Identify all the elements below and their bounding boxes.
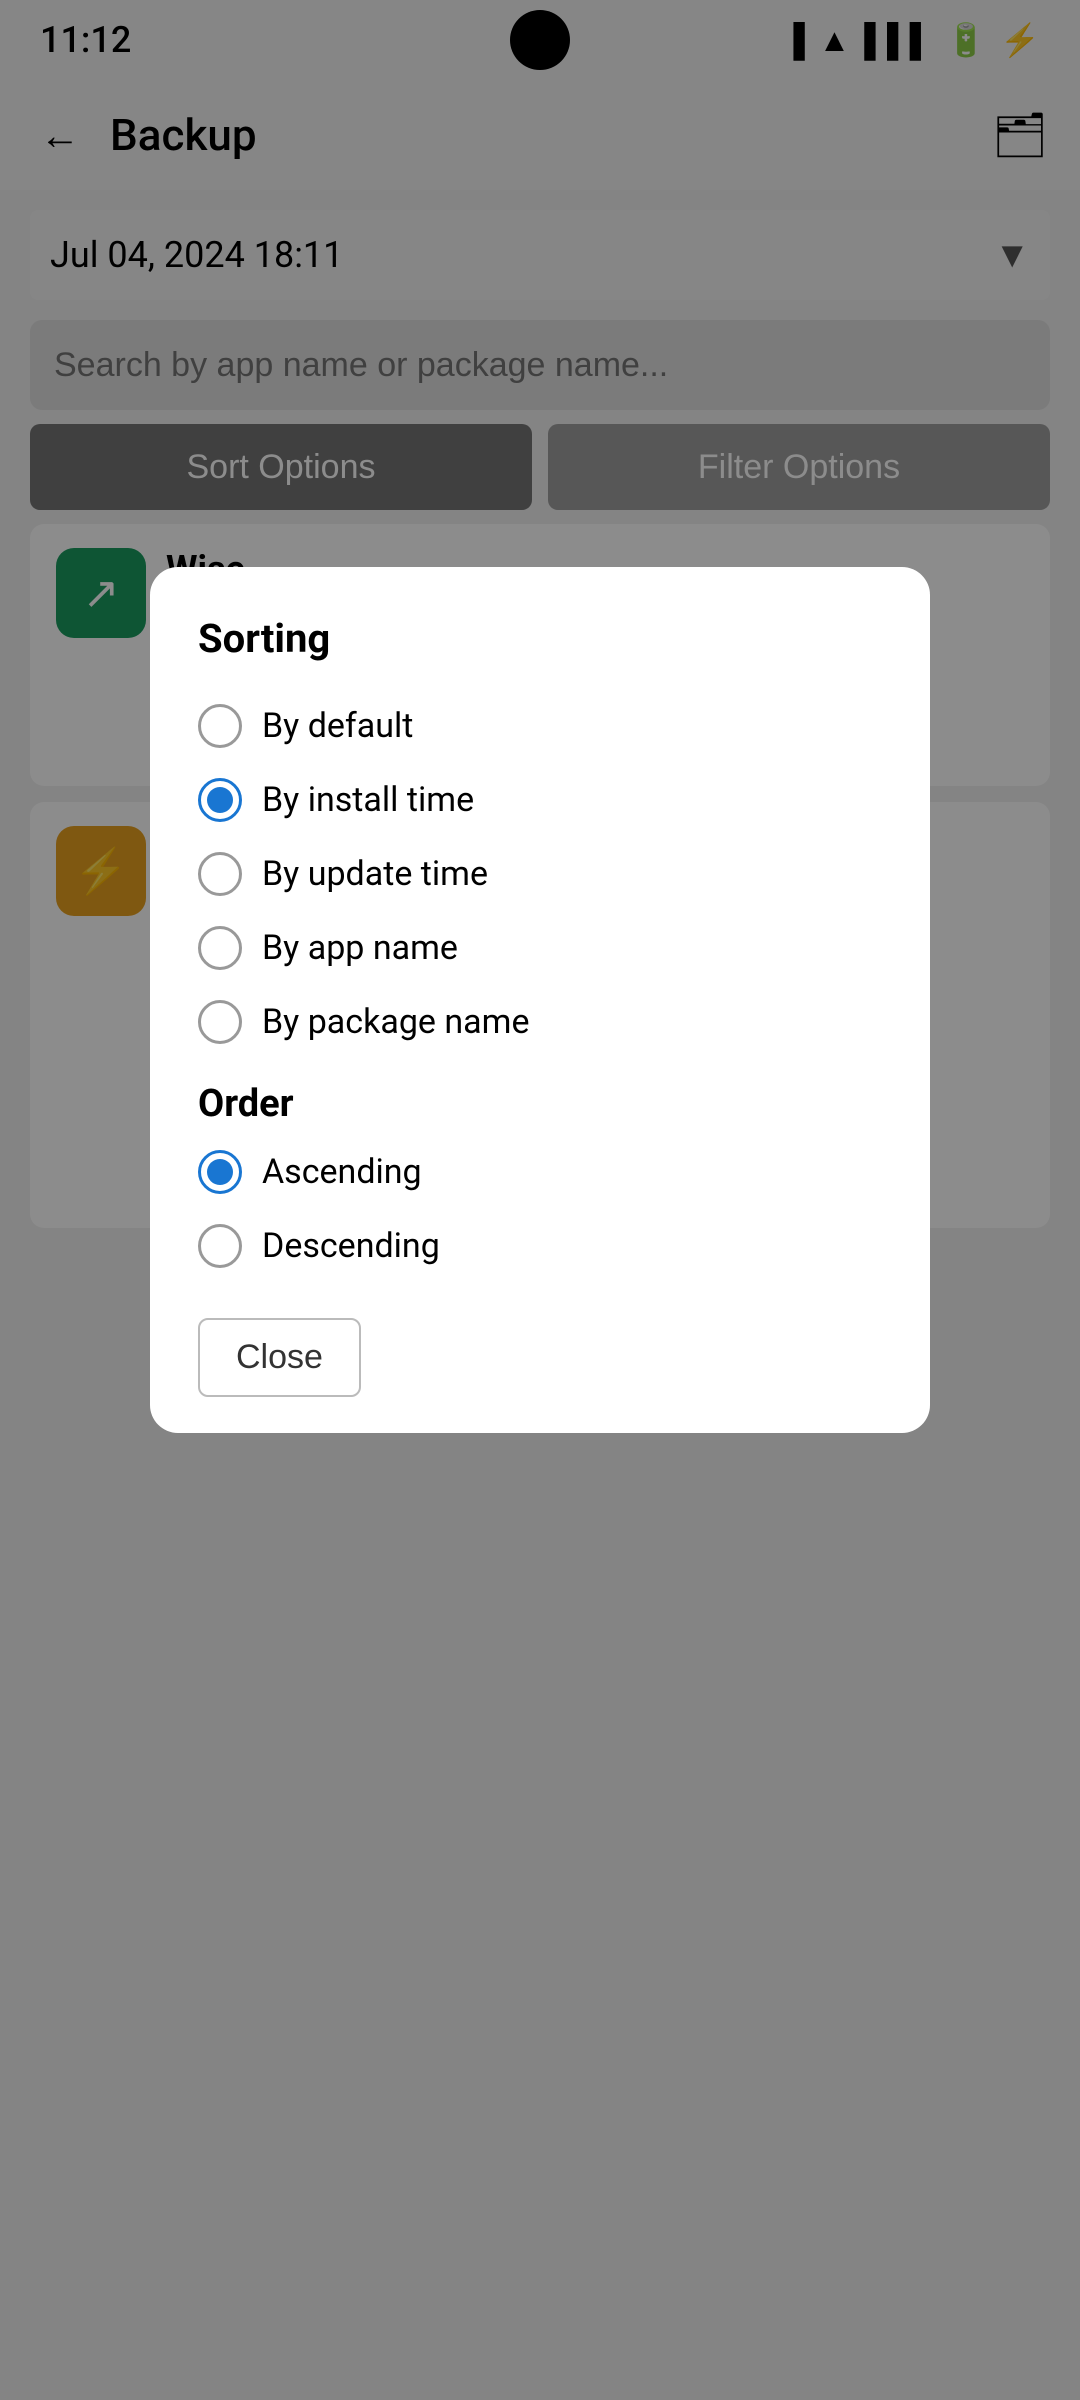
sort-option-update-time[interactable]: By update time bbox=[198, 842, 882, 906]
sort-dialog: Sorting By default By install time By up… bbox=[150, 567, 930, 1433]
sort-label-install-time: By install time bbox=[262, 780, 474, 820]
order-radio-descending bbox=[198, 1224, 242, 1268]
sort-option-package-name[interactable]: By package name bbox=[198, 990, 882, 1054]
sort-option-install-time[interactable]: By install time bbox=[198, 768, 882, 832]
order-option-descending[interactable]: Descending bbox=[198, 1214, 882, 1278]
order-section-title: Order bbox=[198, 1082, 882, 1126]
order-label-descending: Descending bbox=[262, 1226, 440, 1266]
order-option-ascending[interactable]: Ascending bbox=[198, 1140, 882, 1204]
dialog-close-button[interactable]: Close bbox=[198, 1318, 361, 1397]
sort-label-package-name: By package name bbox=[262, 1002, 529, 1042]
sort-radio-install-time bbox=[198, 778, 242, 822]
sort-option-default[interactable]: By default bbox=[198, 694, 882, 758]
sort-radio-app-name bbox=[198, 926, 242, 970]
order-radio-group: Ascending Descending bbox=[198, 1140, 882, 1278]
sort-label-app-name: By app name bbox=[262, 928, 458, 968]
sort-radio-group: By default By install time By update tim… bbox=[198, 694, 882, 1054]
sort-radio-update-time bbox=[198, 852, 242, 896]
sort-option-app-name[interactable]: By app name bbox=[198, 916, 882, 980]
sort-label-default: By default bbox=[262, 706, 413, 746]
dialog-title: Sorting bbox=[198, 615, 882, 662]
dialog-overlay: Sorting By default By install time By up… bbox=[0, 0, 1080, 2400]
order-radio-ascending bbox=[198, 1150, 242, 1194]
order-label-ascending: Ascending bbox=[262, 1152, 422, 1192]
sort-radio-package-name bbox=[198, 1000, 242, 1044]
sort-label-update-time: By update time bbox=[262, 854, 488, 894]
sort-radio-default bbox=[198, 704, 242, 748]
